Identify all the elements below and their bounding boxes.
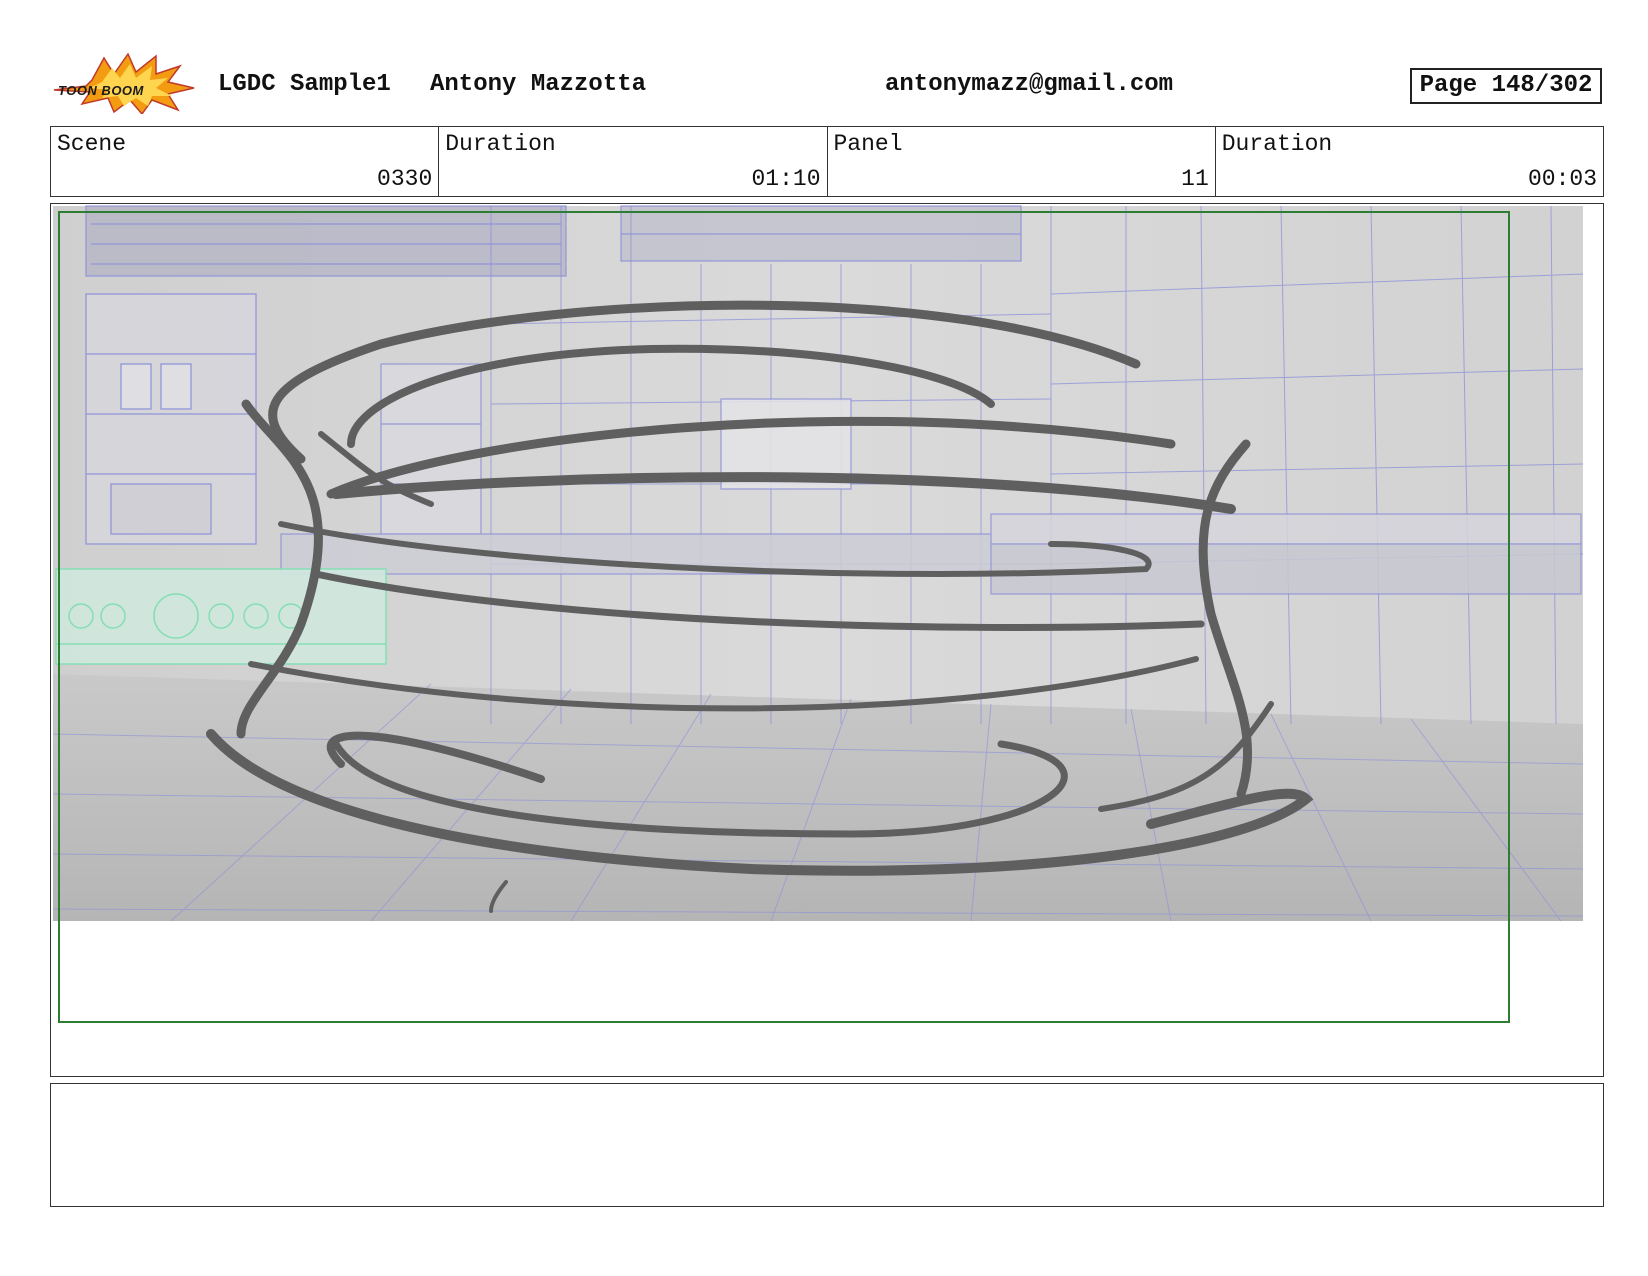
scene-value: 0330: [377, 166, 433, 192]
scene-label: Scene: [57, 131, 127, 157]
panel-artwork: [52, 205, 1584, 1023]
panel-duration-cell: Duration 00:03: [1216, 127, 1603, 196]
author-name: Antony Mazzotta: [430, 71, 647, 98]
panel-value: 11: [1181, 166, 1209, 192]
panel-duration-value: 00:03: [1527, 166, 1597, 192]
panel-duration-label: Duration: [1221, 131, 1333, 157]
page-header: TOON BOOM LGDC Sample1 Antony Mazzotta a…: [0, 0, 1648, 120]
panel-cell: Panel 11: [828, 127, 1216, 196]
scene-cell: Scene 0330: [51, 127, 440, 196]
logo-text: TOON BOOM: [58, 83, 144, 98]
scene-duration-label: Duration: [445, 131, 556, 157]
scene-duration-cell: Duration 01:10: [439, 127, 828, 196]
project-title: LGDC Sample1: [218, 71, 391, 98]
scene-duration-value: 01:10: [751, 166, 821, 192]
storyboard-panel: [50, 203, 1604, 1077]
kitchen-background: [52, 205, 1584, 922]
scene-info-table: Scene 0330 Duration 01:10 Panel 11 Durat…: [50, 126, 1604, 197]
toon-boom-logo: TOON BOOM: [52, 52, 202, 116]
panel-notes-box: [50, 1083, 1604, 1207]
author-email: antonymazz@gmail.com: [885, 71, 1174, 98]
page-number: Page 148/302: [1410, 68, 1602, 104]
panel-label: Panel: [833, 131, 903, 157]
